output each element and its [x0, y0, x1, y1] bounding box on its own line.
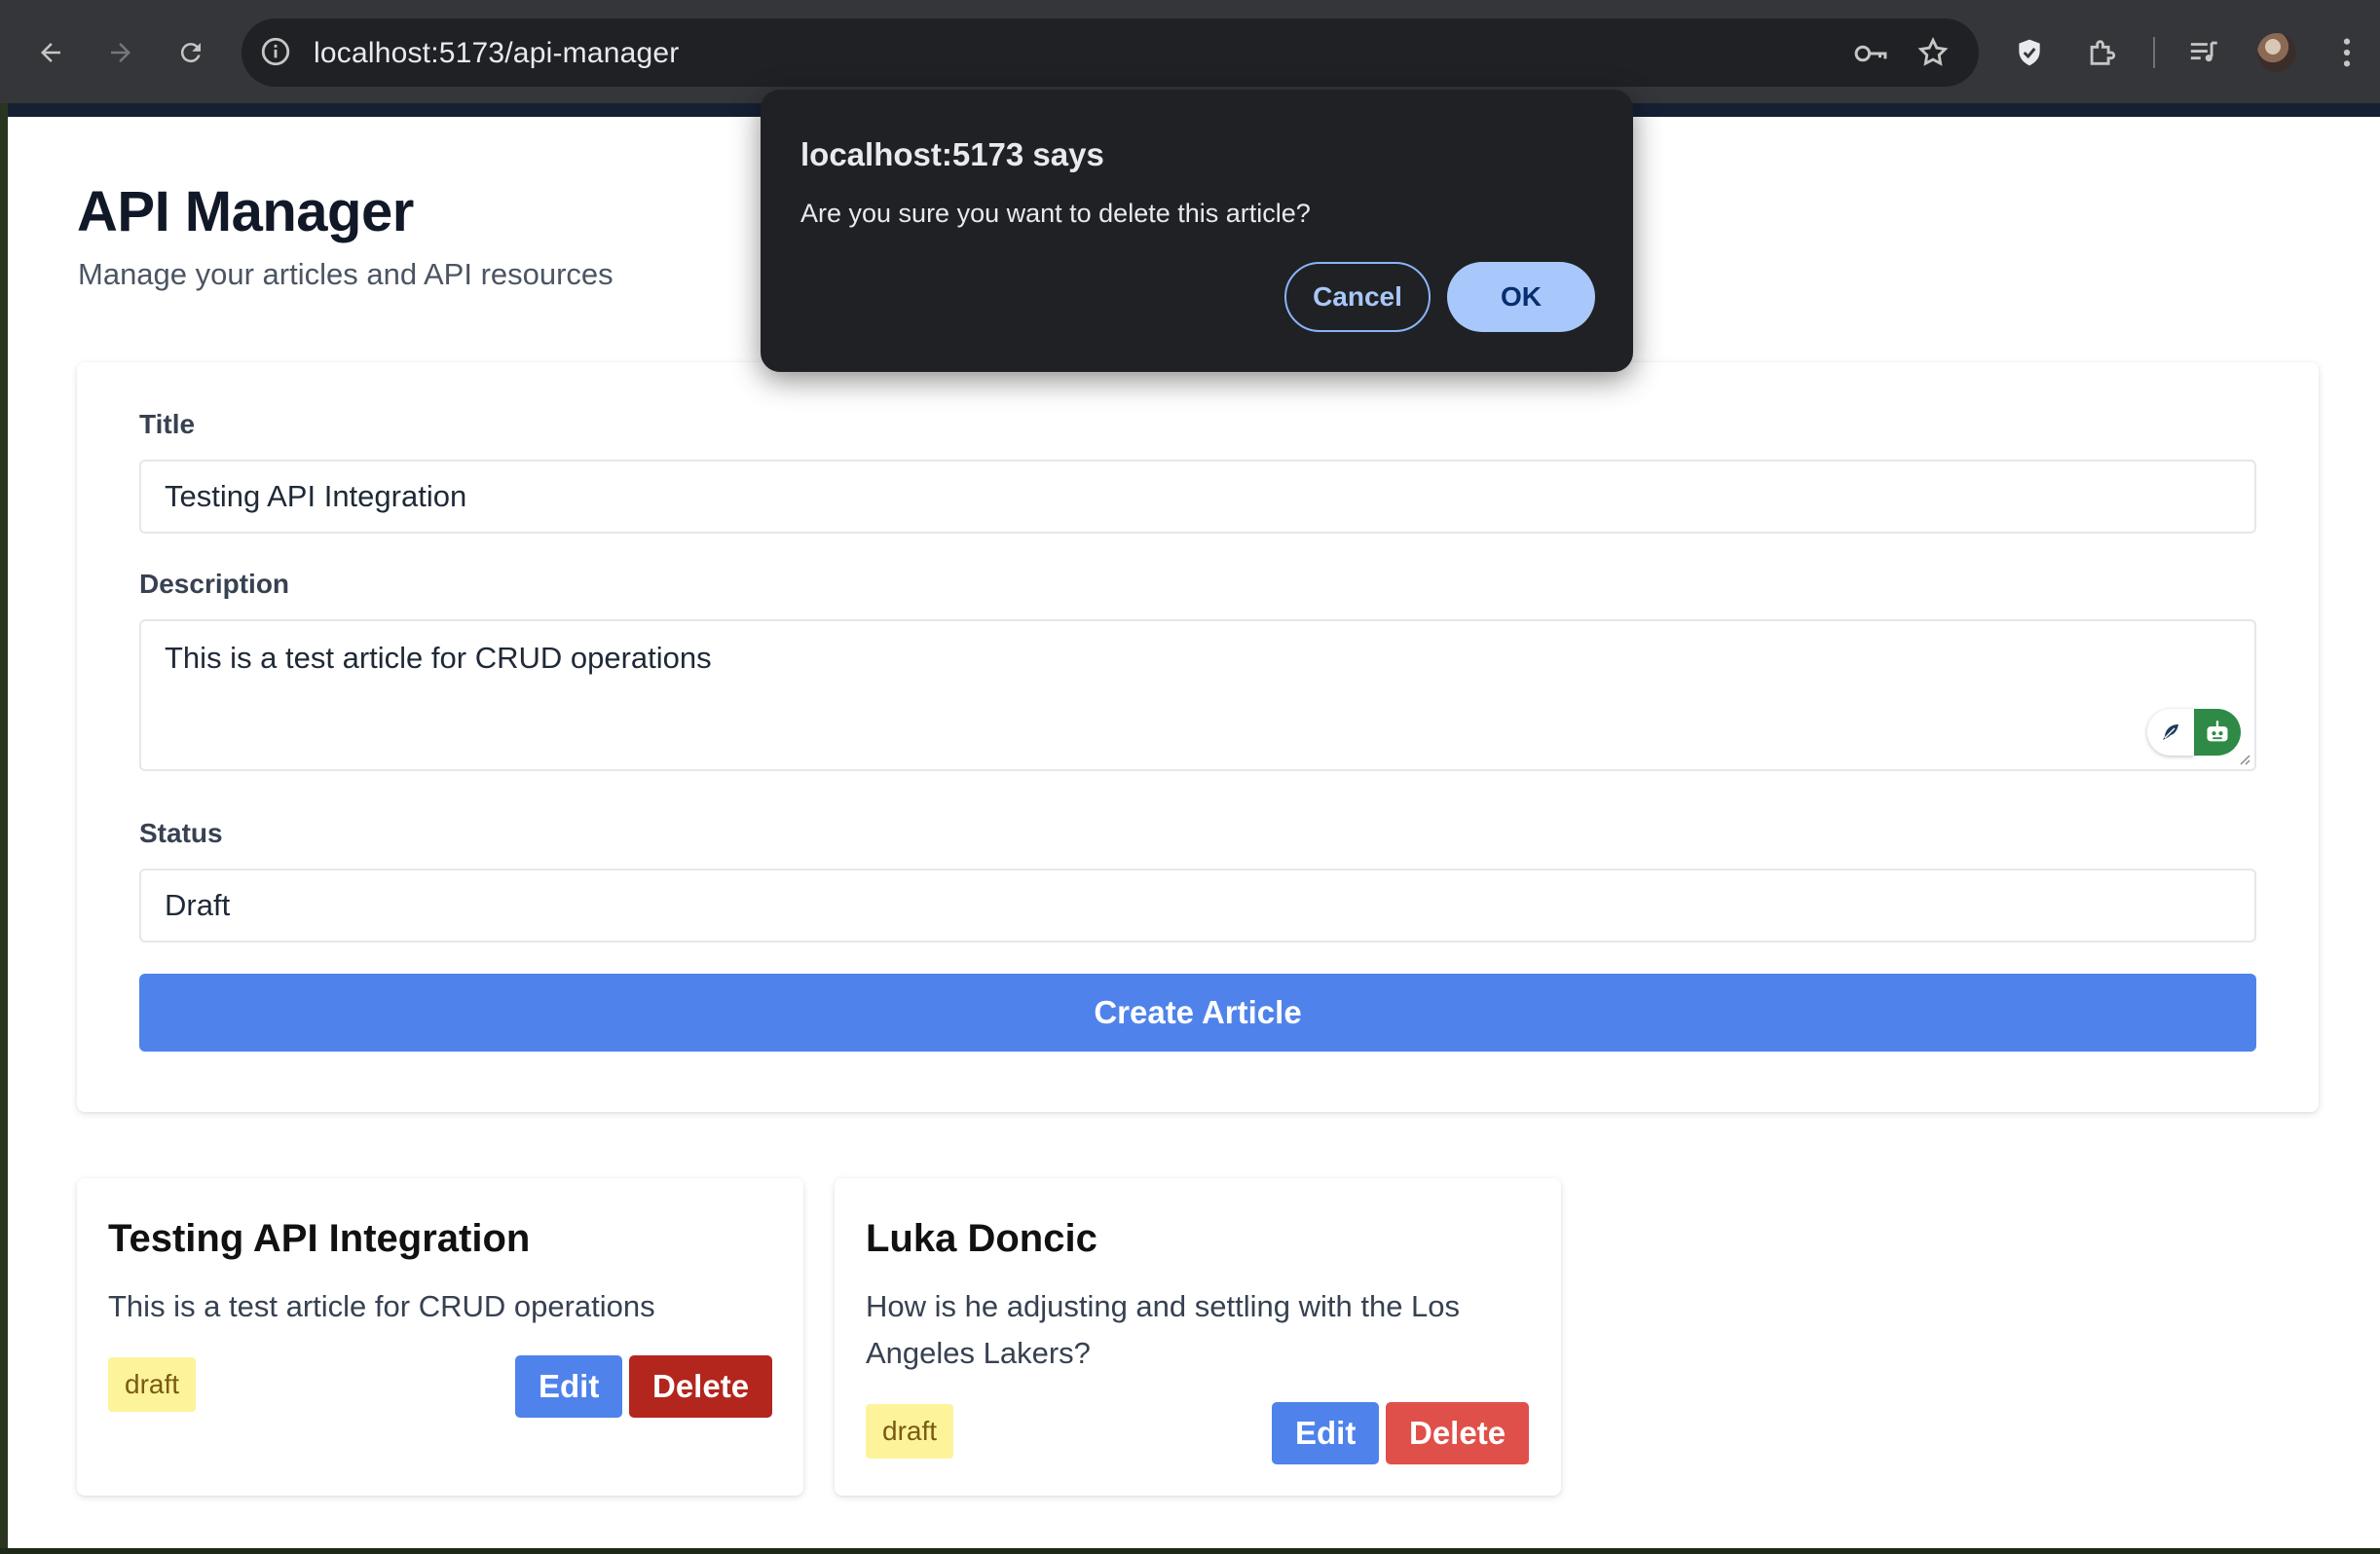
status-select[interactable]: Draft: [139, 869, 2256, 943]
address-url[interactable]: localhost:5173/api-manager: [314, 37, 679, 70]
dialog-cancel-button[interactable]: Cancel: [1284, 262, 1431, 332]
reload-icon: [180, 43, 201, 63]
bookmark-star-icon[interactable]: [1916, 36, 1950, 74]
feather-icon[interactable]: [2147, 709, 2194, 756]
status-badge: draft: [866, 1404, 954, 1459]
extensions-puzzle-icon[interactable]: [2076, 27, 2127, 78]
back-arrow-icon: [41, 43, 60, 62]
title-label: Title: [139, 409, 196, 439]
forward-button[interactable]: [95, 27, 146, 78]
site-info-icon[interactable]: [259, 35, 292, 73]
delete-button[interactable]: Delete: [629, 1355, 773, 1418]
description-label: Description: [139, 569, 290, 599]
reload-button[interactable]: [166, 27, 216, 78]
browser-toolbar: localhost:5173/api-manager: [0, 0, 2380, 103]
password-key-icon[interactable]: [1852, 37, 1889, 75]
robot-icon[interactable]: [2194, 709, 2241, 756]
page-subtitle: Manage your articles and API resources: [78, 257, 614, 291]
create-article-form: Title Testing API Integration Descriptio…: [77, 362, 2319, 1112]
article-title: Testing API Integration: [108, 1217, 531, 1260]
dialog-message: Are you sure you want to delete this art…: [800, 199, 1311, 228]
desktop-edge-bottom: [0, 1548, 2380, 1554]
description-text: This is a test article for CRUD operatio…: [165, 641, 712, 675]
resize-handle-icon[interactable]: [2237, 752, 2250, 765]
browser-menu-icon[interactable]: [2322, 27, 2372, 78]
description-textarea[interactable]: This is a test article for CRUD operatio…: [139, 619, 2256, 771]
article-title: Luka Doncic: [866, 1217, 1097, 1260]
desktop-edge: [0, 103, 8, 1554]
edit-button[interactable]: Edit: [515, 1355, 623, 1418]
forward-arrow-icon: [111, 43, 130, 62]
back-button[interactable]: [25, 27, 76, 78]
title-input[interactable]: Testing API Integration: [139, 460, 2256, 534]
writing-assistant-badges[interactable]: [2147, 709, 2241, 756]
create-article-button[interactable]: Create Article: [139, 974, 2256, 1052]
profile-avatar[interactable]: [2257, 33, 2296, 72]
status-badge: draft: [108, 1357, 197, 1412]
address-bar[interactable]: localhost:5173/api-manager: [242, 18, 1979, 87]
shield-extension-icon[interactable]: [2004, 27, 2055, 78]
edit-button[interactable]: Edit: [1272, 1402, 1380, 1464]
article-description: How is he adjusting and settling with th…: [866, 1289, 1461, 1370]
media-queue-icon[interactable]: [2179, 27, 2230, 78]
article-card: Testing API Integration This is a test a…: [77, 1178, 803, 1496]
status-label: Status: [139, 818, 223, 848]
delete-button[interactable]: Delete: [1386, 1402, 1530, 1464]
dialog-title: localhost:5173 says: [800, 136, 1104, 172]
dialog-ok-button[interactable]: OK: [1447, 262, 1595, 332]
article-description: This is a test article for CRUD operatio…: [108, 1289, 655, 1323]
toolbar-divider: [2153, 37, 2155, 68]
confirm-dialog: localhost:5173 says Are you sure you wan…: [761, 90, 1633, 372]
page-title: API Manager: [77, 180, 414, 243]
article-card: Luka Doncic How is he adjusting and sett…: [835, 1178, 1561, 1496]
